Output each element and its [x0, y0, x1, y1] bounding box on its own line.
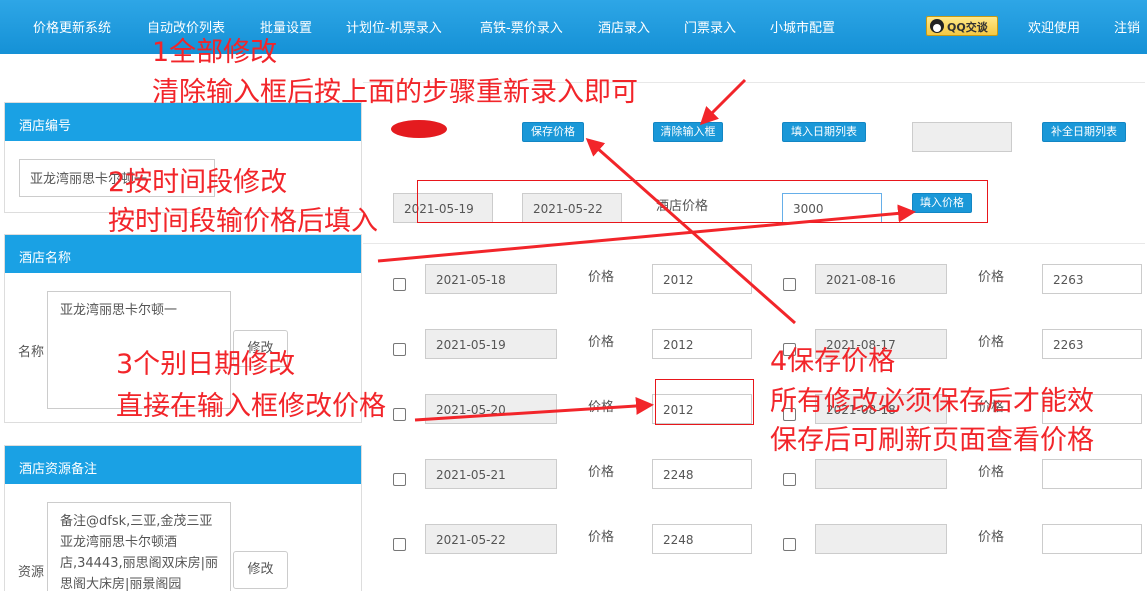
annotation-4-title: 4保存价格	[770, 346, 896, 377]
annotation-4-body-1: 所有修改必须保存后才能效	[770, 386, 1094, 417]
arrow-to-save-button	[585, 138, 796, 325]
page-root: { "nav": { "items": ["价格更新系统", "自动改价列表",…	[0, 0, 1147, 591]
annotation-4-body-2: 保存后可刷新页面查看价格	[770, 425, 1094, 456]
annotation-3-title: 3个别日期修改	[116, 349, 296, 380]
arrow-to-single-price-input	[414, 396, 654, 422]
annotation-3-body: 直接在输入框修改价格	[116, 391, 386, 422]
arrow-to-fill-price-button	[377, 204, 916, 263]
annotation-2-body: 按时间段输价格后填入	[108, 206, 378, 237]
annotation-2-title: 2按时间段修改	[108, 167, 288, 198]
annotation-1-title: 1全部修改	[152, 37, 278, 68]
annotation-1-body: 清除输入框后按上面的步骤重新录入即可	[152, 77, 638, 108]
arrow-to-clear-button	[699, 78, 747, 126]
